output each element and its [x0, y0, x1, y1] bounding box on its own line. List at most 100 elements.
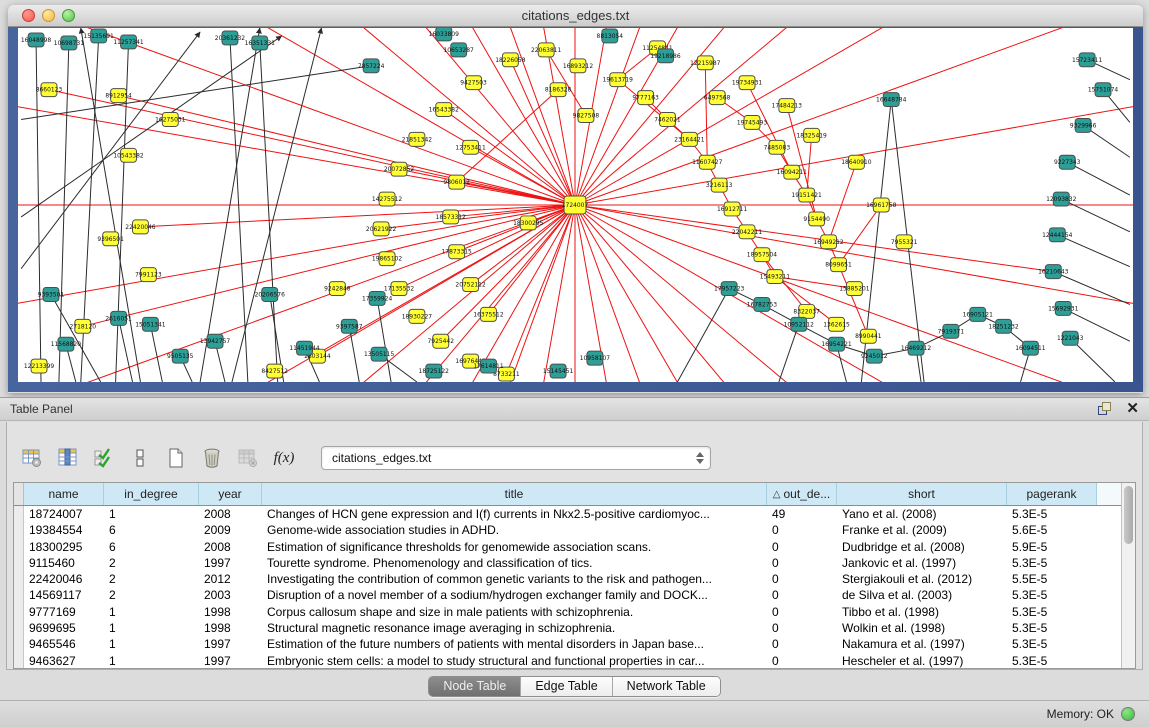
column-header-title[interactable]: title [262, 483, 767, 505]
column-header-year[interactable]: year [199, 483, 262, 505]
column-header-in_degree[interactable]: in_degree [104, 483, 199, 505]
network-node[interactable]: 7485083 [764, 140, 791, 154]
network-node[interactable]: 7991123 [135, 268, 162, 282]
network-node[interactable]: 16094511 [1015, 341, 1046, 355]
network-node[interactable]: 1221043 [1057, 331, 1084, 345]
network-node[interactable]: 16648784 [876, 93, 907, 107]
window-titlebar[interactable]: citations_edges.txt [8, 5, 1143, 27]
network-node[interactable]: 16543382 [429, 103, 460, 117]
delete-file-icon[interactable] [197, 444, 227, 472]
network-node[interactable]: 16954221 [821, 337, 852, 351]
network-graph[interactable]: 1724007 18226058 942750316543382 21851342 20… [18, 28, 1133, 382]
minimize-window-button[interactable] [42, 9, 55, 22]
table-row[interactable]: 1456911722003Disruption of a novel membe… [14, 587, 1121, 603]
table-row[interactable]: 969969511998Structural magnetic resonanc… [14, 620, 1121, 636]
network-node[interactable]: 13942757 [200, 334, 231, 348]
network-node[interactable]: 16961758 [866, 198, 897, 212]
network-node[interactable]: 1724007 [562, 196, 589, 214]
row-height-icon[interactable] [125, 444, 155, 472]
network-node[interactable]: 18930227 [402, 309, 433, 323]
network-node[interactable]: 11607427 [692, 155, 723, 169]
network-node[interactable]: 2616051 [105, 311, 132, 325]
column-header-pagerank[interactable]: pagerank [1007, 483, 1097, 505]
table-row[interactable]: 946554611997Estimation of the future num… [14, 636, 1121, 652]
network-node[interactable]: 8099651 [825, 258, 852, 272]
network-node[interactable]: 18226058 [495, 53, 526, 67]
network-node[interactable]: 19151421 [792, 188, 823, 202]
network-node[interactable]: 15145451 [543, 364, 574, 378]
network-node[interactable]: 17873315 [442, 245, 473, 259]
table-selector-combobox[interactable]: citations_edges.txt [321, 446, 711, 470]
table-row[interactable]: 911546021997Tourette syndrome. Phenomeno… [14, 555, 1121, 571]
network-node[interactable]: 9397587 [336, 319, 363, 333]
network-node[interactable]: 18725122 [419, 364, 450, 378]
network-node[interactable]: 12213399 [24, 359, 55, 373]
network-node[interactable]: 18957504 [747, 248, 778, 262]
select-all-icon[interactable] [89, 444, 119, 472]
table-row[interactable]: 1830029562008Estimation of significance … [14, 539, 1121, 555]
column-header-name[interactable]: name [24, 483, 104, 505]
network-node[interactable]: 2718120 [70, 319, 97, 333]
tab-node-table[interactable]: Node Table [429, 677, 521, 696]
tab-network-table[interactable]: Network Table [613, 677, 720, 696]
network-node[interactable]: 9777163 [632, 91, 659, 105]
network-node[interactable]: 10958107 [580, 351, 611, 365]
close-window-button[interactable] [22, 9, 35, 22]
table-row[interactable]: 1938455462009Genome-wide association stu… [14, 522, 1121, 538]
network-node[interactable]: 19745493 [737, 116, 768, 130]
network-node[interactable]: 7925442 [428, 334, 455, 348]
network-node[interactable]: 22420046 [125, 220, 156, 234]
new-file-icon[interactable] [161, 444, 191, 472]
network-node[interactable]: 15051341 [135, 317, 166, 331]
vertical-scrollbar[interactable] [1121, 483, 1135, 668]
network-node[interactable]: 9242848 [324, 282, 351, 296]
network-node[interactable]: 10653287 [444, 43, 475, 57]
network-node[interactable]: 19734931 [732, 76, 763, 90]
network-node[interactable]: 18325419 [797, 128, 828, 142]
network-node[interactable]: 6497568 [704, 91, 731, 105]
network-node[interactable]: 20361232 [215, 31, 246, 45]
network-node[interactable]: 16275031 [155, 113, 186, 127]
network-node[interactable]: 10698731 [54, 36, 85, 50]
network-node[interactable]: 22042211 [732, 225, 763, 239]
network-node[interactable]: 16033809 [429, 28, 460, 41]
network-node[interactable]: 8990441 [855, 329, 882, 343]
close-panel-icon[interactable]: ✕ [1126, 401, 1139, 417]
network-node[interactable]: 14275512 [372, 192, 403, 206]
network-node[interactable]: 7857224 [358, 59, 385, 73]
network-node[interactable]: 9396501 [97, 232, 124, 246]
table-row[interactable]: 2242004622012Investigating the contribut… [14, 571, 1121, 587]
network-node[interactable]: 9505135 [167, 349, 194, 363]
network-node[interactable]: 15751074 [1088, 83, 1119, 97]
network-node[interactable]: 17484213 [772, 99, 803, 113]
column-header-out_de[interactable]: △out_de... [767, 483, 837, 505]
table-row[interactable]: 1872400712008Changes of HCN gene express… [14, 506, 1121, 522]
network-node[interactable]: 22063811 [531, 43, 562, 57]
float-panel-icon[interactable] [1096, 401, 1114, 417]
network-node[interactable]: 8660123 [36, 83, 63, 97]
network-node[interactable]: 8813054 [597, 29, 624, 43]
network-node[interactable]: 10952112 [784, 317, 815, 331]
function-builder-icon[interactable]: f(x) [269, 444, 299, 472]
scrollbar-thumb[interactable] [1124, 486, 1133, 544]
table-row[interactable]: 977716911998Corpus callosum shape and si… [14, 604, 1121, 620]
network-node[interactable]: 7462021 [654, 113, 681, 127]
network-node[interactable]: 15135691 [84, 29, 115, 43]
network-node[interactable]: 20752112 [455, 278, 486, 292]
network-node[interactable]: 9329966 [1070, 118, 1097, 132]
tab-edge-table[interactable]: Edge Table [521, 677, 612, 696]
network-node[interactable]: 3216113 [706, 178, 733, 192]
network-node[interactable]: 9154490 [803, 212, 830, 226]
network-node[interactable]: 1362615 [823, 317, 850, 331]
network-node[interactable]: 9427503 [460, 76, 487, 90]
delete-table-icon[interactable] [233, 444, 263, 472]
network-node[interactable]: 7955321 [891, 235, 918, 249]
network-node[interactable]: 8322037 [793, 304, 820, 318]
column-header-short[interactable]: short [837, 483, 1007, 505]
network-node[interactable]: 13505115 [364, 347, 395, 361]
network-node[interactable]: 21851342 [402, 132, 433, 146]
network-node[interactable]: 15885201 [839, 282, 870, 296]
network-node[interactable]: 8912954 [105, 89, 132, 103]
network-node[interactable]: 16351331 [245, 36, 276, 50]
network-node[interactable]: 16375512 [473, 307, 504, 321]
